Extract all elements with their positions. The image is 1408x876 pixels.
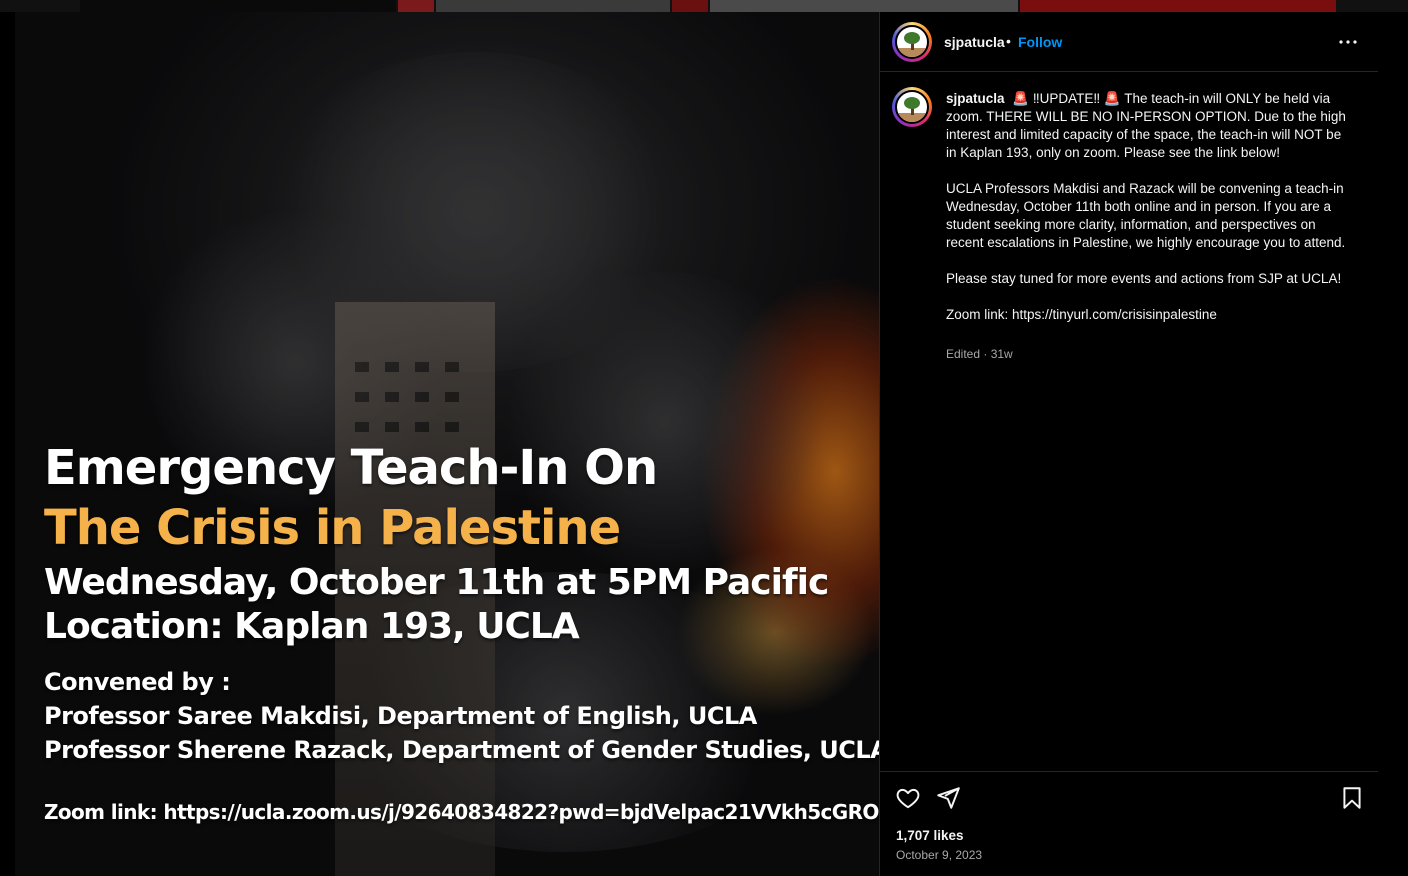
tree-logo-icon bbox=[895, 90, 929, 124]
caption-paragraph-4: Zoom link: https://tinyurl.com/crisisinp… bbox=[946, 307, 1217, 322]
siren-icon: 🚨 bbox=[1103, 91, 1121, 106]
more-options-icon[interactable] bbox=[1336, 30, 1360, 54]
caption-paragraph-3: Please stay tuned for more events and ac… bbox=[946, 271, 1342, 286]
siren-icon: 🚨 bbox=[1012, 91, 1030, 106]
poster-date: Wednesday, October 11th at 5PM Pacific bbox=[44, 562, 829, 603]
poster-professor-2: Professor Sherene Razack, Department of … bbox=[44, 736, 879, 764]
share-icon[interactable] bbox=[935, 785, 961, 811]
post-date[interactable]: October 9, 2023 bbox=[896, 848, 982, 862]
caption-username[interactable]: sjpatucla bbox=[946, 91, 1005, 106]
poster-subtitle: The Crisis in Palestine bbox=[44, 500, 621, 556]
caption-text: sjpatucla 🚨 ‼UPDATE‼ 🚨 The teach-in will… bbox=[946, 90, 1350, 342]
caption-paragraph-1: The teach-in will ONLY be held via zoom.… bbox=[946, 91, 1346, 160]
post-image: Emergency Teach-In On The Crisis in Pale… bbox=[15, 12, 879, 876]
post-modal: Emergency Teach-In On The Crisis in Pale… bbox=[15, 12, 1378, 876]
bookmark-icon[interactable] bbox=[1339, 785, 1365, 811]
post-header: sjpatucla • Follow bbox=[880, 12, 1378, 72]
caption-paragraph-2: UCLA Professors Makdisi and Razack will … bbox=[946, 181, 1346, 250]
separator-dot: • bbox=[1006, 33, 1011, 49]
background-feed-strip bbox=[0, 0, 1408, 12]
caption-meta: Edited · 31w bbox=[946, 347, 1013, 361]
poster-title: Emergency Teach-In On bbox=[44, 440, 658, 496]
poster-professor-1: Professor Saree Makdisi, Department of E… bbox=[44, 702, 757, 730]
follow-button[interactable]: Follow bbox=[1018, 34, 1062, 50]
heart-icon[interactable] bbox=[895, 785, 921, 811]
caption-update: ‼UPDATE‼ bbox=[1032, 91, 1101, 106]
likes-count[interactable]: 1,707 likes bbox=[896, 828, 964, 843]
action-bar: 1,707 likes October 9, 2023 bbox=[880, 771, 1378, 876]
poster-convened-label: Convened by : bbox=[44, 668, 231, 696]
caption-avatar[interactable] bbox=[892, 87, 932, 127]
caption-area: sjpatucla 🚨 ‼UPDATE‼ 🚨 The teach-in will… bbox=[880, 73, 1378, 771]
poster-location: Location: Kaplan 193, UCLA bbox=[44, 606, 580, 647]
post-sidebar: sjpatucla • Follow sjpatucla 🚨 ‼UPDATE‼ … bbox=[879, 12, 1378, 876]
header-username[interactable]: sjpatucla bbox=[944, 34, 1005, 50]
avatar[interactable] bbox=[892, 22, 932, 62]
tree-logo-icon bbox=[895, 25, 929, 59]
poster-zoom-link: Zoom link: https://ucla.zoom.us/j/926408… bbox=[44, 800, 879, 824]
